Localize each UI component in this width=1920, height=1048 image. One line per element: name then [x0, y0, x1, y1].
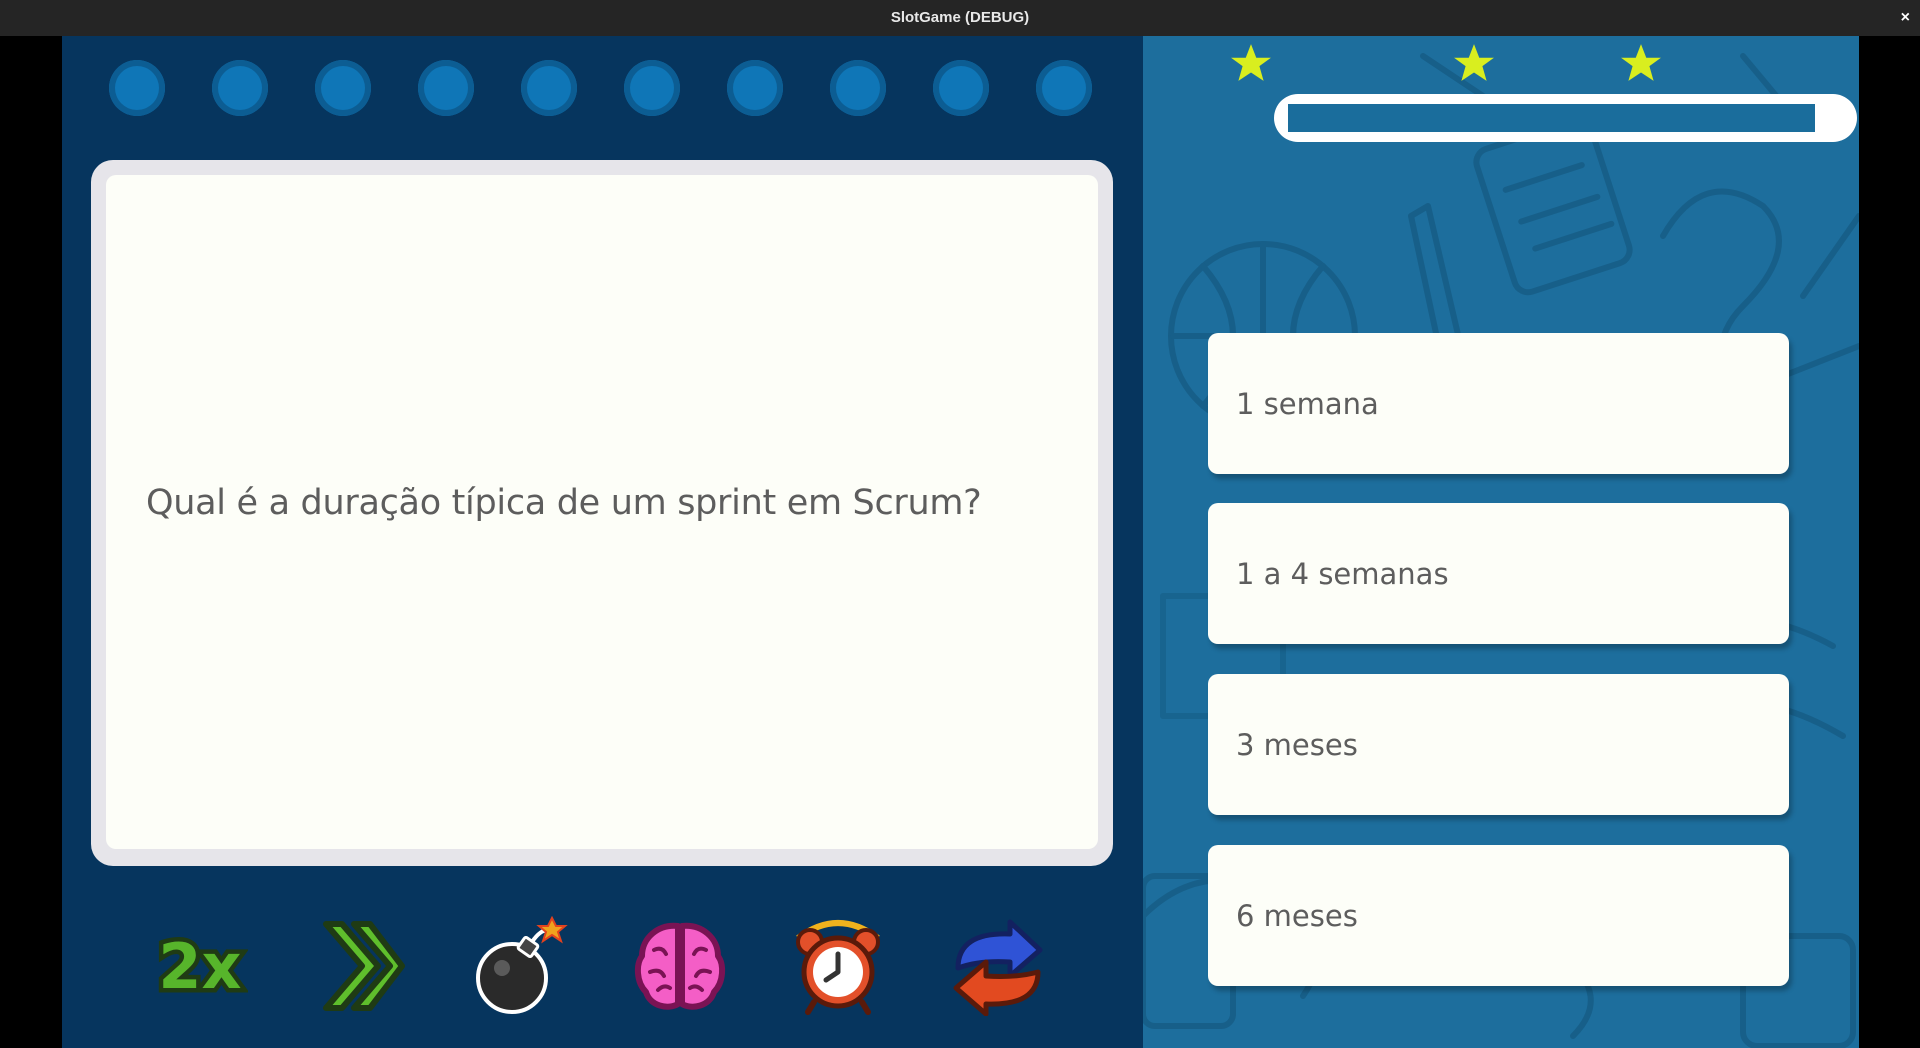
question-tracker-dot: [521, 60, 577, 116]
alarm-clock-button[interactable]: [790, 916, 886, 1016]
answer-option-2[interactable]: 1 a 4 semanas: [1208, 503, 1789, 644]
timer-progress-fill: [1288, 104, 1815, 132]
question-card: Qual é a duração típica de um sprint em …: [91, 160, 1113, 866]
double-points-icon: 2x: [154, 926, 246, 1008]
answer-option-1[interactable]: 1 semana: [1208, 333, 1789, 474]
question-tracker-dot: [1036, 60, 1092, 116]
close-icon[interactable]: ×: [1901, 0, 1910, 35]
bomb-icon: [476, 915, 568, 1014]
question-panel: Qual é a duração típica de um sprint em …: [62, 36, 1143, 1048]
answer-option-4[interactable]: 6 meses: [1208, 845, 1789, 986]
question-card-body: Qual é a duração típica de um sprint em …: [106, 175, 1098, 849]
question-tracker-dot: [624, 60, 680, 116]
double-points-glyph: 2x: [158, 930, 241, 1003]
question-tracker-dot: [109, 60, 165, 116]
swap-question-icon: [953, 919, 1043, 1017]
star-icon: [1621, 44, 1661, 81]
swap-question-button[interactable]: [950, 916, 1046, 1017]
question-text: Qual é a duração típica de um sprint em …: [146, 483, 982, 523]
answer-label: 6 meses: [1236, 898, 1358, 933]
question-tracker-dot: [727, 60, 783, 116]
answer-label: 1 a 4 semanas: [1236, 556, 1449, 591]
window-title: SlotGame (DEBUG): [890, 9, 1030, 26]
brain-button[interactable]: [632, 916, 728, 1016]
question-tracker-dot: [212, 60, 268, 116]
question-tracker-dot: [315, 60, 371, 116]
skip-question-icon: [323, 921, 405, 1011]
answer-label: 1 semana: [1236, 386, 1379, 421]
question-tracker-dot: [830, 60, 886, 116]
brain-icon: [634, 922, 726, 1010]
double-points-button[interactable]: 2x: [152, 916, 248, 1016]
answer-option-3[interactable]: 3 meses: [1208, 674, 1789, 815]
alarm-clock-icon: [796, 920, 880, 1015]
question-tracker-dot: [933, 60, 989, 116]
window-titlebar: SlotGame (DEBUG) ×: [0, 0, 1920, 36]
game-stage: Qual é a duração típica de um sprint em …: [62, 36, 1859, 1048]
skip-question-button[interactable]: [312, 916, 408, 1016]
star-icon: [1231, 44, 1271, 81]
star-icon: [1454, 44, 1494, 81]
timer-progress-bar: [1274, 94, 1857, 142]
bomb-button[interactable]: [472, 915, 568, 1016]
question-tracker-dot: [418, 60, 474, 116]
answer-label: 3 meses: [1236, 727, 1358, 762]
